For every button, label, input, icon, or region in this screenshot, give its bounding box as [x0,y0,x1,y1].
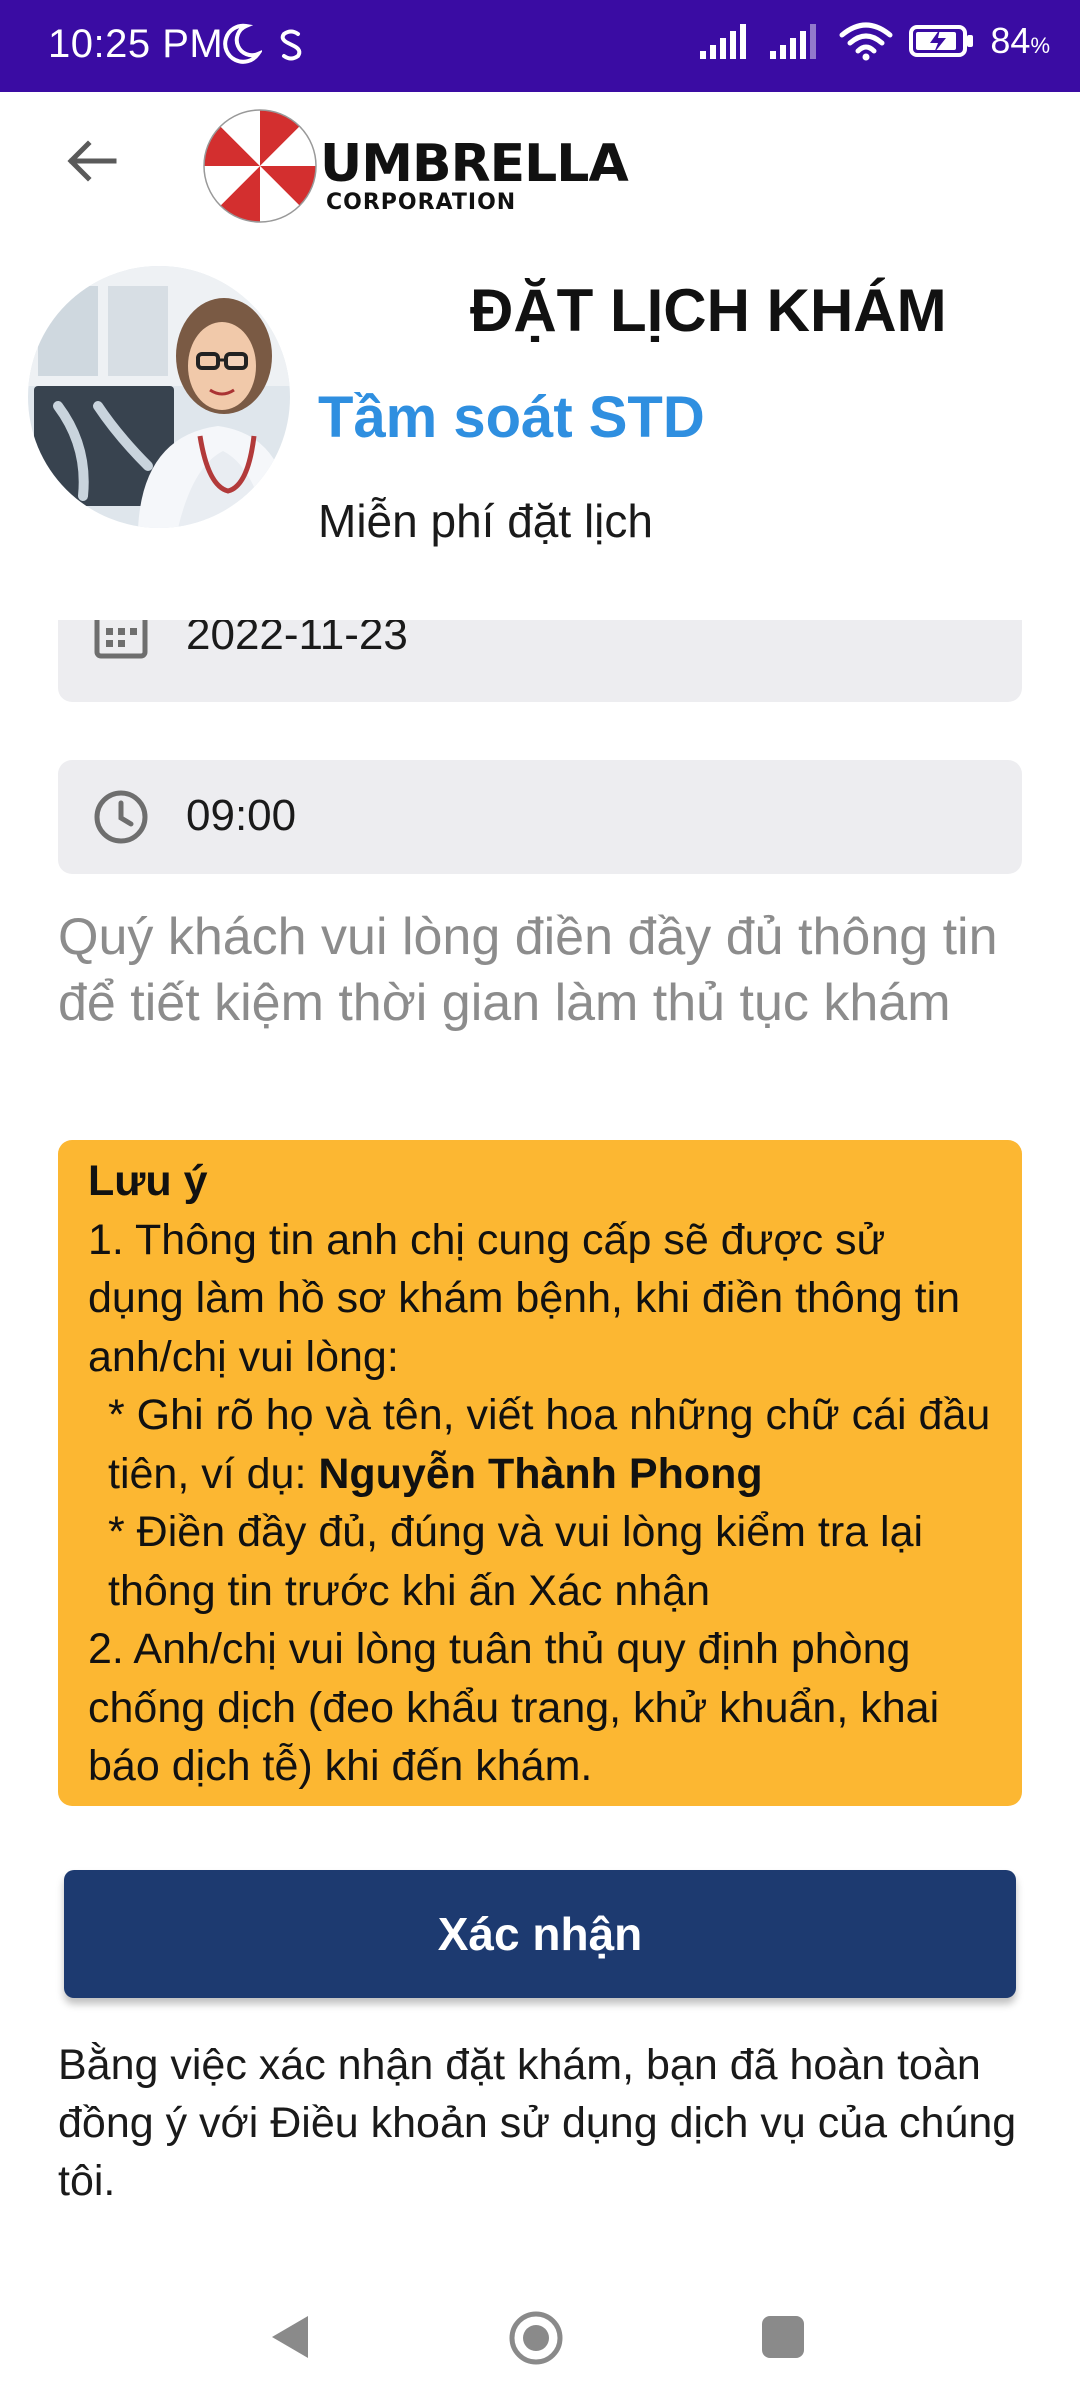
umbrella-emblem-icon [203,109,317,223]
note-box: Lưu ý 1. Thông tin anh chị cung cấp sẽ đ… [58,1140,1022,1806]
signal-icon [700,24,747,59]
time-value: 09:00 [186,791,297,840]
logo-wordmark: UMBRELLA [320,134,629,194]
note-item-2: 2. Anh/chị vui lòng tuân thủ quy định ph… [88,1625,940,1790]
booking-fee: Miễn phí đặt lịch [318,495,653,547]
note-bullet-1: * Ghi rõ họ và tên, viết hoa những chữ c… [108,1391,991,1498]
confirm-button[interactable]: Xác nhận [64,1870,1016,1998]
nav-recents-icon[interactable] [762,2316,804,2358]
status-bar: 10:25 PM 84% [0,0,1080,92]
moon-icon [223,23,262,64]
doctor-photo [28,266,290,528]
nav-home-icon[interactable] [508,2310,564,2366]
arrow-left-icon[interactable] [62,132,120,190]
signal-icon-2 [770,24,817,59]
note-item-1: 1. Thông tin anh chị cung cấp sẽ được sử… [88,1215,961,1381]
wifi-icon [839,22,893,61]
note-bullet-2: * Điền đầy đủ, đúng và vui lòng kiểm tra… [108,1508,924,1615]
note-heading: Lưu ý [88,1157,208,1205]
battery-icon [909,25,974,57]
system-nav-bar [0,2270,1080,2400]
time-field[interactable]: 09:00 [58,760,1022,874]
page-title: ĐẶT LỊCH KHÁM [470,277,947,344]
doctor-avatar [28,266,290,528]
clock-icon [94,790,148,844]
app-header: UMBRELLA CORPORATION [0,92,1080,242]
battery-percent: 84% [990,20,1050,61]
name-example: Nguyễn Thành Phong [318,1449,763,1498]
terms-text: Bằng việc xác nhận đặt khám, bạn đã hoàn… [58,2041,1017,2205]
status-time: 10:25 PM [48,22,224,66]
date-value: 2022-11-23 [186,620,408,659]
umbrella-logo: UMBRELLA CORPORATION [200,106,630,226]
form-hint: Quý khách vui lòng điền đầy đủ thông tin… [58,908,998,1032]
logo-subtitle: CORPORATION [326,190,517,215]
nav-back-icon[interactable] [266,2312,312,2362]
calendar-icon [94,620,148,659]
sync-icon [280,29,302,61]
date-field[interactable]: 2022-11-23 [58,620,1022,702]
service-name: Tầm soát STD [318,385,705,450]
